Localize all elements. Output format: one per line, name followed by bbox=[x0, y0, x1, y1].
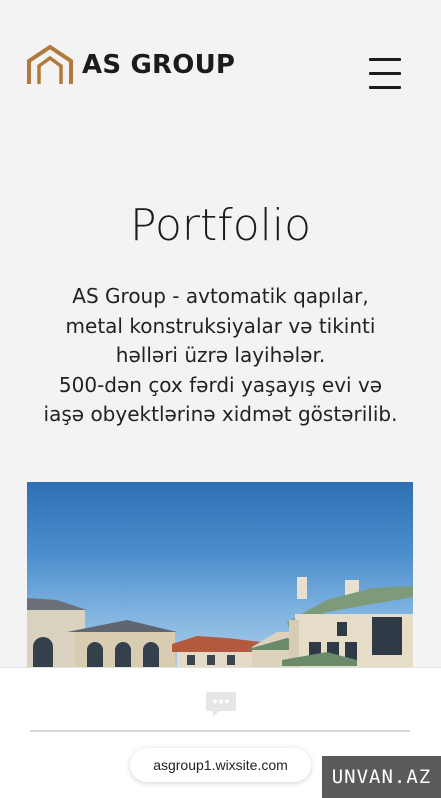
menu-line bbox=[369, 86, 401, 89]
page-title: Portfolio bbox=[129, 200, 311, 251]
watermark-badge: UNVAN.AZ bbox=[322, 756, 441, 798]
menu-line bbox=[369, 58, 401, 61]
page-description: AS Group - avtomatik qapılar, metal kons… bbox=[20, 282, 421, 430]
houses-illustration bbox=[27, 577, 413, 672]
menu-line bbox=[369, 72, 401, 75]
description-line: 500-dən çox fərdi yaşayış evi və bbox=[58, 372, 383, 397]
logo[interactable]: AS GROUP bbox=[26, 44, 235, 86]
description-line: AS Group - avtomatik qapılar, bbox=[72, 284, 369, 308]
description-line: həlləri üzrə layihələr. bbox=[115, 343, 326, 367]
divider bbox=[30, 730, 410, 732]
description-line: iaşə obyektlərinə xidmət göstərilib. bbox=[43, 402, 398, 426]
site-header: AS GROUP bbox=[0, 0, 441, 140]
description-line: metal konstruksiyalar və tikinti bbox=[65, 313, 376, 338]
chat-bubble-icon[interactable] bbox=[205, 690, 237, 718]
houses-photo[interactable] bbox=[27, 482, 413, 682]
url-bar[interactable]: asgroup1.wixsite.com bbox=[130, 748, 311, 782]
hamburger-menu-icon[interactable] bbox=[369, 58, 403, 90]
logo-text: AS GROUP bbox=[82, 50, 236, 80]
house-logo-icon bbox=[27, 44, 73, 84]
